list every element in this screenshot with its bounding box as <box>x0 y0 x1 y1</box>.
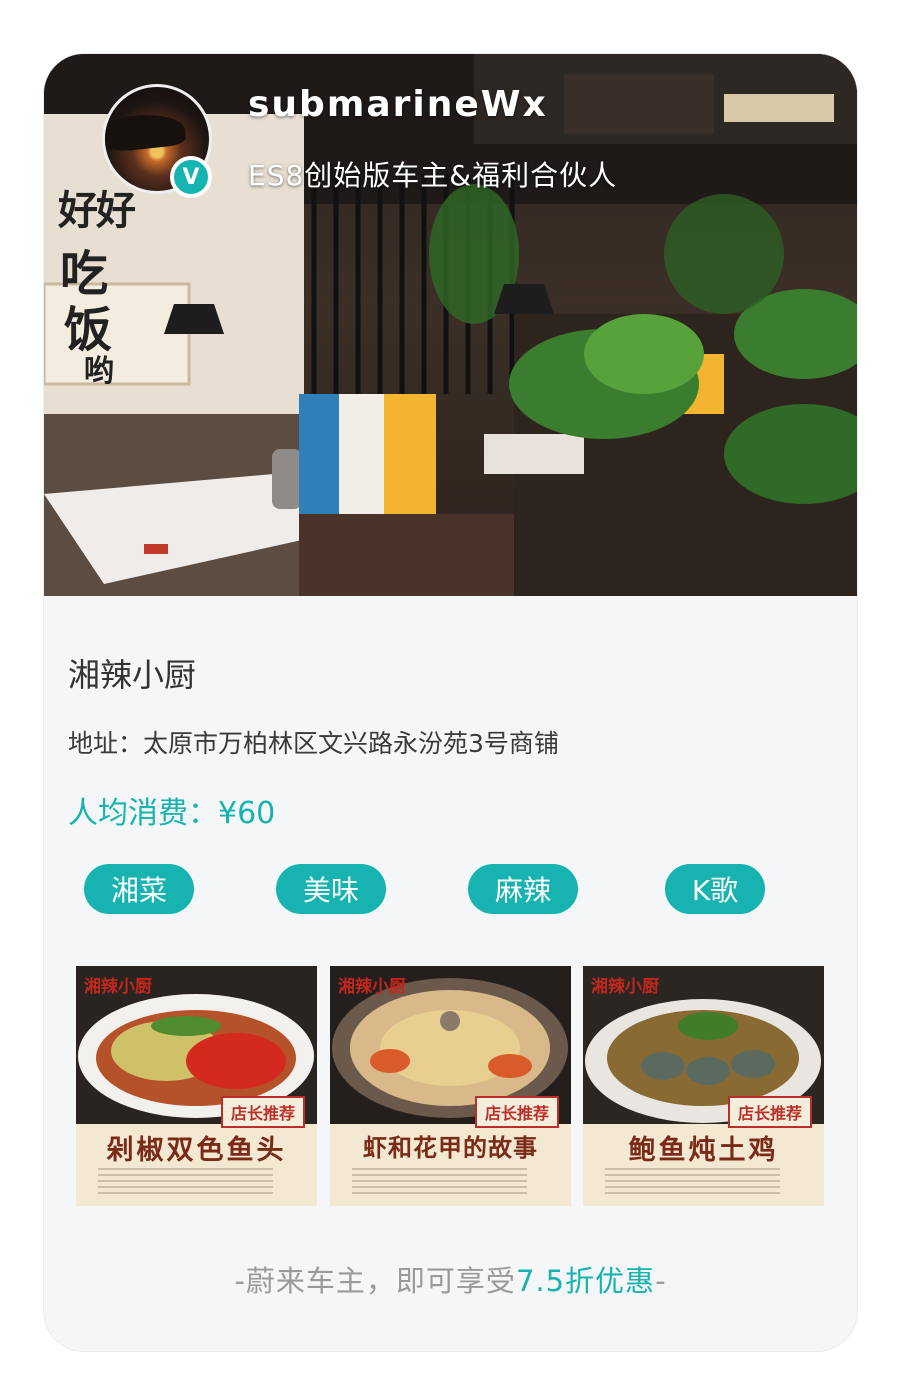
discount-highlight: 7.5折优惠 <box>515 1264 656 1298</box>
restaurant-photo: 好 好 吃 饭 哟 V submarineWx ES8创始版车主&福利合伙人 <box>44 54 857 596</box>
dish-name: 虾和花甲的故事 <box>363 1133 538 1162</box>
shop-name: 湘辣小厨 <box>68 656 197 694</box>
wall-calligraphy-5: 哟 <box>84 354 114 389</box>
average-price: 人均消费：¥60 <box>68 796 276 831</box>
tag-xiangcai[interactable]: 湘菜 <box>84 864 194 914</box>
discount-suffix: - <box>655 1264 667 1298</box>
recommend-badge: 店长推荐 <box>727 1096 812 1128</box>
dish-name: 剁椒双色鱼头 <box>106 1135 287 1166</box>
wall-calligraphy-1: 好 <box>58 187 98 234</box>
dish-description-lines <box>98 1168 273 1194</box>
dish-card-shrimp-clams[interactable]: 湘辣小厨 店长推荐 虾和花甲的故事 <box>330 966 571 1206</box>
dish-brand-logo: 湘辣小厨 <box>591 977 659 997</box>
dish-card-fish-head[interactable]: 湘辣小厨 店长推荐 剁椒双色鱼头 <box>76 966 317 1206</box>
avatar-silhouette <box>105 110 187 154</box>
verified-badge-icon: V <box>170 156 212 198</box>
recommend-badge: 店长推荐 <box>220 1096 305 1128</box>
dish-brand-logo: 湘辣小厨 <box>338 977 406 997</box>
user-name[interactable]: submarineWx <box>248 84 548 125</box>
discount-note: -蔚来车主，即可享受7.5折优惠- <box>44 1258 857 1300</box>
discount-prefix: -蔚来车主，即可享受 <box>234 1264 516 1298</box>
dish-card-abalone-chicken[interactable]: 湘辣小厨 店长推荐 鲍鱼炖土鸡 <box>583 966 824 1206</box>
tag-meiwei[interactable]: 美味 <box>276 864 386 914</box>
recommend-badge: 店长推荐 <box>474 1096 559 1128</box>
dish-name: 鲍鱼炖土鸡 <box>628 1135 779 1166</box>
tag-karaoke[interactable]: K歌 <box>665 864 765 914</box>
dish-brand-logo: 湘辣小厨 <box>84 977 152 997</box>
user-title: ES8创始版车主&福利合伙人 <box>248 159 618 192</box>
dish-description-lines <box>605 1168 780 1194</box>
shop-card[interactable]: 好 好 吃 饭 哟 V submarineWx ES8创始版车主&福利合伙人 湘… <box>44 54 857 1351</box>
tag-mala[interactable]: 麻辣 <box>468 864 578 914</box>
dish-description-lines <box>352 1168 527 1194</box>
shop-address: 地址：太原市万柏林区文兴路永汾苑3号商铺 <box>68 729 559 758</box>
